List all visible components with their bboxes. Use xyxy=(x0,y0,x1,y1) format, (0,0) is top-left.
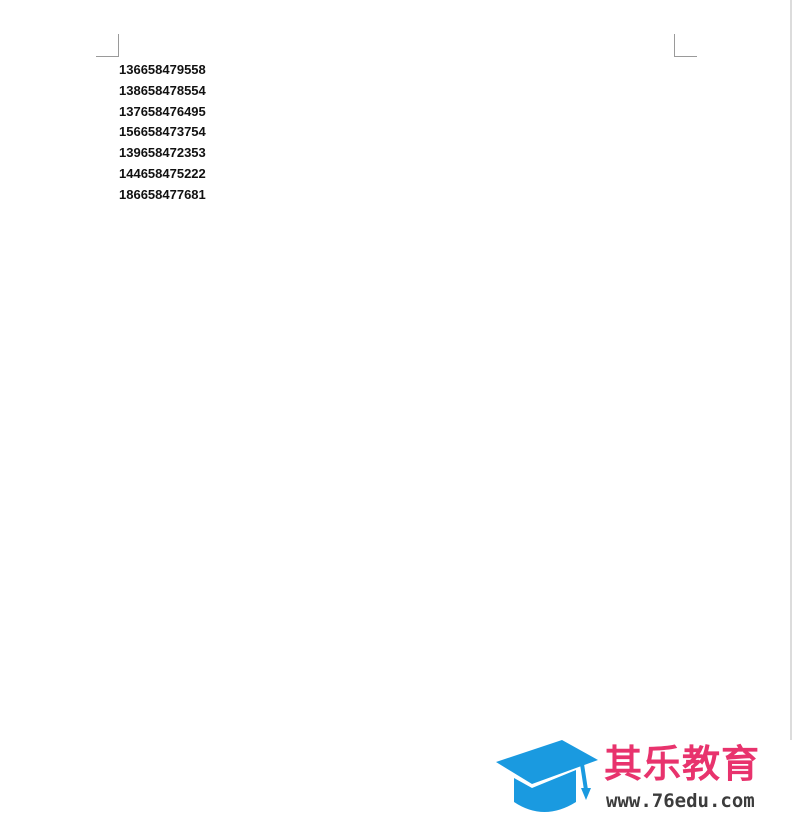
brand-name: 其乐教育 xyxy=(604,742,761,786)
brand-url: www.76edu.com xyxy=(606,790,755,812)
margin-corner-top-right xyxy=(674,34,697,57)
phone-number-line: 186658477681 xyxy=(119,186,206,202)
phone-number-line: 137658476495 xyxy=(119,103,206,119)
phone-number-line: 144658475222 xyxy=(119,165,206,181)
document-page: 136658479558 138658478554 137658476495 1… xyxy=(0,0,792,818)
phone-number-line: 139658472353 xyxy=(119,145,206,161)
phone-number-list: 136658479558 138658478554 137658476495 1… xyxy=(119,60,206,206)
phone-number-line: 138658478554 xyxy=(119,82,206,98)
phone-number-line: 136658479558 xyxy=(119,62,206,77)
phone-number-line: 156658473754 xyxy=(119,124,206,140)
watermark-logo: 其乐教育 www.76edu.com xyxy=(494,740,792,818)
graduation-cap-icon xyxy=(496,740,598,812)
margin-corner-top-left xyxy=(96,34,119,57)
